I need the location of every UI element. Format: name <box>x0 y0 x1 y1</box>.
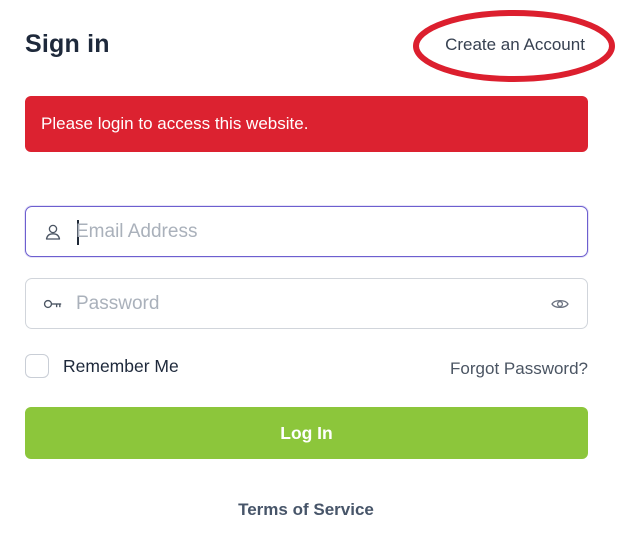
create-account-link[interactable]: Create an Account <box>410 35 620 55</box>
password-field[interactable] <box>25 278 588 329</box>
login-required-alert: Please login to access this website. <box>25 96 588 152</box>
alert-message: Please login to access this website. <box>41 114 309 133</box>
password-input[interactable] <box>76 279 516 328</box>
eye-icon[interactable] <box>550 294 570 314</box>
login-button[interactable]: Log In <box>25 407 588 459</box>
create-account-area: Create an Account <box>410 6 620 86</box>
user-icon <box>43 222 63 242</box>
email-field[interactable] <box>25 206 588 257</box>
forgot-password-link[interactable]: Forgot Password? <box>450 359 588 379</box>
remember-me-checkbox[interactable] <box>25 354 49 378</box>
sign-in-title: Sign in <box>25 30 110 58</box>
remember-me[interactable]: Remember Me <box>25 354 179 378</box>
key-icon <box>43 294 63 314</box>
remember-me-label: Remember Me <box>63 355 179 376</box>
terms-of-service-link[interactable]: Terms of Service <box>0 500 612 520</box>
email-input[interactable] <box>76 207 516 256</box>
